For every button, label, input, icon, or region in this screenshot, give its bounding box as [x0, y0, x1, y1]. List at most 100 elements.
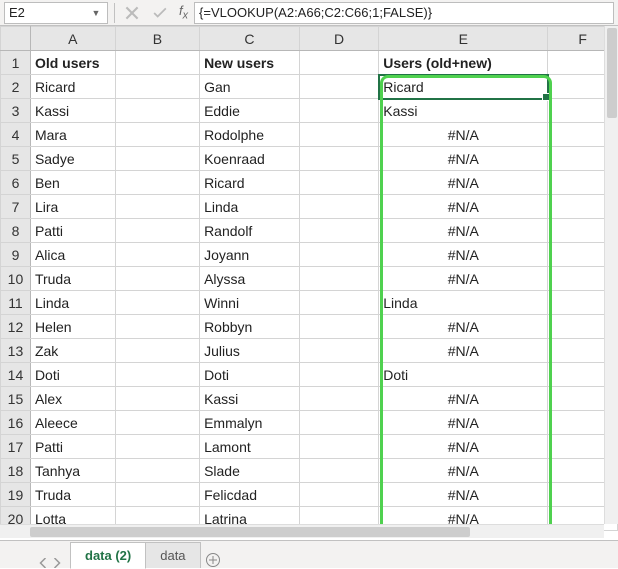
cell-C3[interactable]: Eddie — [200, 99, 300, 123]
cell-A6[interactable]: Ben — [30, 171, 115, 195]
cell-B18[interactable] — [115, 459, 199, 483]
cell-B10[interactable] — [115, 267, 199, 291]
rowhead[interactable]: 17 — [1, 435, 31, 459]
cell-A12[interactable]: Helen — [30, 315, 115, 339]
cell-B3[interactable] — [115, 99, 199, 123]
rowhead[interactable]: 9 — [1, 243, 31, 267]
cell-C5[interactable]: Koenraad — [200, 147, 300, 171]
cell-B1[interactable] — [115, 51, 199, 75]
cell-C1[interactable]: New users — [200, 51, 300, 75]
rowhead[interactable]: 4 — [1, 123, 31, 147]
cell-B7[interactable] — [115, 195, 199, 219]
cell-E11[interactable]: Linda — [379, 291, 548, 315]
cell-C8[interactable]: Randolf — [200, 219, 300, 243]
cell-A10[interactable]: Truda — [30, 267, 115, 291]
cell-C15[interactable]: Kassi — [200, 387, 300, 411]
cell-C12[interactable]: Robbyn — [200, 315, 300, 339]
cell-B19[interactable] — [115, 483, 199, 507]
cell-C6[interactable]: Ricard — [200, 171, 300, 195]
cell-C7[interactable]: Linda — [200, 195, 300, 219]
cell-E3[interactable]: Kassi — [379, 99, 548, 123]
cell-E4[interactable]: #N/A — [379, 123, 548, 147]
cell-D7[interactable] — [299, 195, 378, 219]
cell-E12[interactable]: #N/A — [379, 315, 548, 339]
cell-B16[interactable] — [115, 411, 199, 435]
cancel-formula-button[interactable] — [121, 3, 143, 23]
cell-A1[interactable]: Old users — [30, 51, 115, 75]
rowhead[interactable]: 15 — [1, 387, 31, 411]
cell-D8[interactable] — [299, 219, 378, 243]
cell-E1[interactable]: Users (old+new) — [379, 51, 548, 75]
cell-D9[interactable] — [299, 243, 378, 267]
cell-E10[interactable]: #N/A — [379, 267, 548, 291]
cell-B2[interactable] — [115, 75, 199, 99]
horizontal-scrollbar-thumb[interactable] — [30, 527, 470, 537]
cell-A7[interactable]: Lira — [30, 195, 115, 219]
cell-D3[interactable] — [299, 99, 378, 123]
cell-D18[interactable] — [299, 459, 378, 483]
cell-D6[interactable] — [299, 171, 378, 195]
cell-E2[interactable]: Ricard — [379, 75, 548, 99]
cell-C13[interactable]: Julius — [200, 339, 300, 363]
cell-E8[interactable]: #N/A — [379, 219, 548, 243]
vertical-scrollbar[interactable] — [604, 26, 618, 524]
rowhead[interactable]: 13 — [1, 339, 31, 363]
cell-C9[interactable]: Joyann — [200, 243, 300, 267]
rowhead[interactable]: 16 — [1, 411, 31, 435]
cell-A16[interactable]: Aleece — [30, 411, 115, 435]
cell-B13[interactable] — [115, 339, 199, 363]
rowhead[interactable]: 7 — [1, 195, 31, 219]
rowhead[interactable]: 10 — [1, 267, 31, 291]
cell-C2[interactable]: Gan — [200, 75, 300, 99]
cell-A8[interactable]: Patti — [30, 219, 115, 243]
cell-D2[interactable] — [299, 75, 378, 99]
rowhead[interactable]: 12 — [1, 315, 31, 339]
cell-D15[interactable] — [299, 387, 378, 411]
cell-A4[interactable]: Mara — [30, 123, 115, 147]
rowhead[interactable]: 6 — [1, 171, 31, 195]
select-all-corner[interactable] — [1, 27, 31, 51]
cell-E17[interactable]: #N/A — [379, 435, 548, 459]
rowhead[interactable]: 11 — [1, 291, 31, 315]
cell-A11[interactable]: Linda — [30, 291, 115, 315]
name-box[interactable]: E2 ▼ — [4, 2, 108, 24]
cell-D19[interactable] — [299, 483, 378, 507]
cell-C10[interactable]: Alyssa — [200, 267, 300, 291]
cell-A18[interactable]: Tanhya — [30, 459, 115, 483]
rowhead[interactable]: 3 — [1, 99, 31, 123]
cell-E7[interactable]: #N/A — [379, 195, 548, 219]
rowhead[interactable]: 8 — [1, 219, 31, 243]
cell-B17[interactable] — [115, 435, 199, 459]
fx-icon[interactable]: fx — [179, 3, 188, 22]
cell-D16[interactable] — [299, 411, 378, 435]
cell-D14[interactable] — [299, 363, 378, 387]
cell-D1[interactable] — [299, 51, 378, 75]
colhead-E[interactable]: E — [379, 27, 548, 51]
cell-A15[interactable]: Alex — [30, 387, 115, 411]
cell-C11[interactable]: Winni — [200, 291, 300, 315]
cell-E6[interactable]: #N/A — [379, 171, 548, 195]
cell-E9[interactable]: #N/A — [379, 243, 548, 267]
colhead-A[interactable]: A — [30, 27, 115, 51]
accept-formula-button[interactable] — [149, 3, 171, 23]
cell-A9[interactable]: Alica — [30, 243, 115, 267]
horizontal-scrollbar[interactable] — [0, 524, 604, 538]
vertical-scrollbar-thumb[interactable] — [607, 28, 617, 118]
cell-B5[interactable] — [115, 147, 199, 171]
cell-C17[interactable]: Lamont — [200, 435, 300, 459]
cell-E19[interactable]: #N/A — [379, 483, 548, 507]
colhead-C[interactable]: C — [200, 27, 300, 51]
cell-D10[interactable] — [299, 267, 378, 291]
cell-E15[interactable]: #N/A — [379, 387, 548, 411]
cell-B6[interactable] — [115, 171, 199, 195]
cell-D12[interactable] — [299, 315, 378, 339]
cell-C16[interactable]: Emmalyn — [200, 411, 300, 435]
add-sheet-button[interactable] — [200, 552, 226, 568]
cell-B11[interactable] — [115, 291, 199, 315]
cell-A14[interactable]: Doti — [30, 363, 115, 387]
cell-E16[interactable]: #N/A — [379, 411, 548, 435]
cell-D17[interactable] — [299, 435, 378, 459]
cell-A5[interactable]: Sadye — [30, 147, 115, 171]
cell-E13[interactable]: #N/A — [379, 339, 548, 363]
cell-D5[interactable] — [299, 147, 378, 171]
